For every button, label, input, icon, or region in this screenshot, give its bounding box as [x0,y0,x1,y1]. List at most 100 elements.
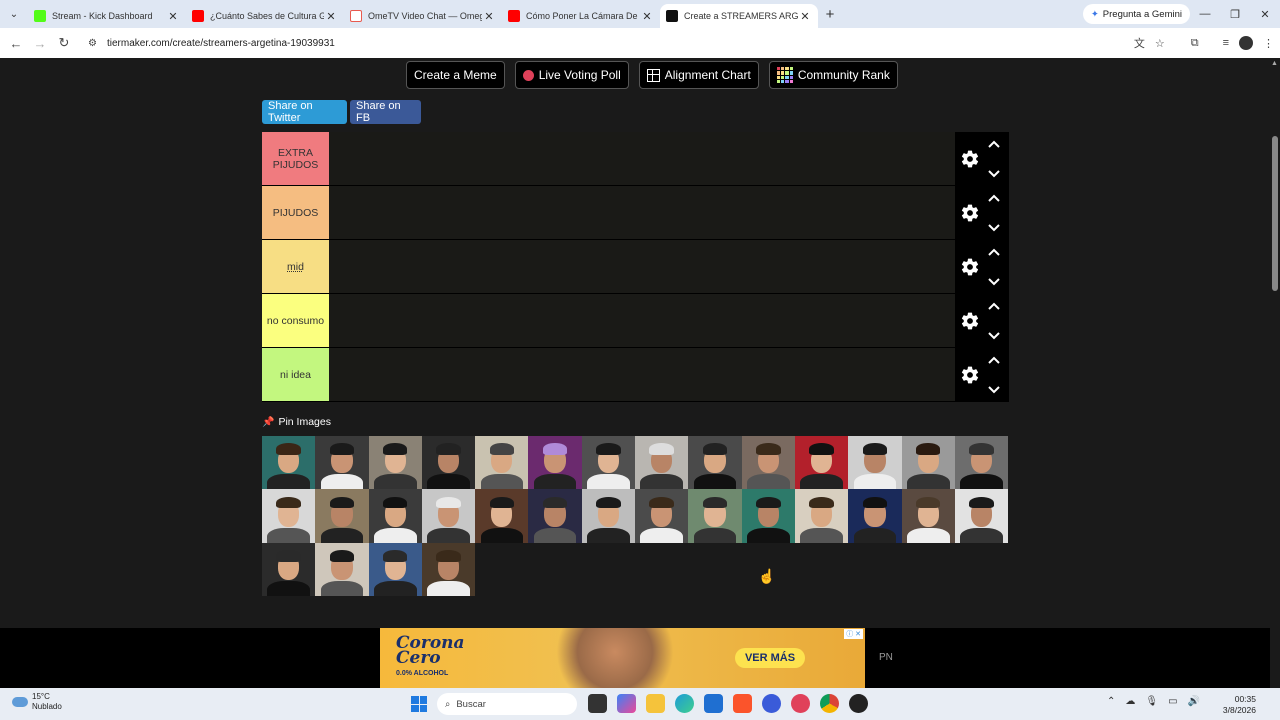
ea-icon[interactable] [762,694,781,713]
forward-icon[interactable]: → [28,36,52,51]
restore-icon[interactable]: ❐ [1220,0,1250,28]
live-voting-poll-button[interactable]: Live Voting Poll [514,61,629,89]
tab-2[interactable]: OmeTV Video Chat — Omegle ✕ [344,4,502,28]
pin-images-toggle[interactable]: 📌 Pin Images [262,416,331,428]
close-tab-icon[interactable]: ✕ [640,10,654,23]
tier-drop-zone[interactable] [329,132,955,185]
reload-icon[interactable]: ↻ [52,35,76,51]
tier-drop-zone[interactable] [329,294,955,347]
tier-label[interactable]: EXTRA PIJUDOS [262,132,329,185]
file-explorer-icon[interactable] [646,694,665,713]
tier-item-thumbnail[interactable] [262,436,316,490]
close-tab-icon[interactable]: ✕ [166,10,180,23]
windows-start-icon[interactable] [411,696,427,712]
site-info-icon[interactable]: ⚙ [88,38,97,49]
tier-label[interactable]: PIJUDOS [262,186,329,239]
gear-icon[interactable] [957,149,983,169]
gear-icon[interactable] [957,257,983,277]
scrollbar-thumb[interactable] [1272,136,1278,291]
clock[interactable]: 00:35 3/8/2026 [1223,694,1256,716]
close-tab-icon[interactable]: ✕ [798,10,812,23]
brave-icon[interactable] [733,694,752,713]
task-view-icon[interactable] [588,694,607,713]
tab-1[interactable]: ¿Cuánto Sabes de Cultura Gene ✕ [186,4,344,28]
taskbar-search[interactable]: ⌕ Buscar [437,693,577,715]
gear-icon[interactable] [957,203,983,223]
tier-item-thumbnail[interactable] [581,436,636,490]
media-icon[interactable]: ≡ [1223,37,1229,49]
tier-item-thumbnail[interactable] [635,489,689,543]
tier-item-thumbnail[interactable] [528,489,582,543]
network-icon[interactable]: ▭ [1168,696,1177,707]
move-down-icon[interactable] [987,223,1001,233]
gear-icon[interactable] [957,365,983,385]
tab-search-icon[interactable]: ⌄ [0,0,28,28]
menu-icon[interactable]: ⋮ [1263,37,1274,50]
tier-item-thumbnail[interactable] [581,489,636,543]
share-twitter-button[interactable]: Share on Twitter [262,100,347,124]
move-down-icon[interactable] [987,331,1001,341]
tier-item-thumbnail[interactable] [315,542,369,596]
tier-item-thumbnail[interactable] [688,436,742,490]
tier-item-thumbnail[interactable] [421,542,476,596]
community-rank-button[interactable]: Community Rank [768,61,898,89]
tier-item-thumbnail[interactable] [475,436,529,490]
tier-item-thumbnail[interactable] [528,436,582,490]
tier-item-thumbnail[interactable] [794,489,849,543]
tier-item-thumbnail[interactable] [421,436,476,490]
tier-item-thumbnail[interactable] [421,489,476,543]
edge-icon[interactable] [675,694,694,713]
move-up-icon[interactable] [987,355,1001,365]
tab-3[interactable]: Cómo Poner La Cámara De Obs ✕ [502,4,660,28]
minimize-icon[interactable]: — [1190,0,1220,28]
tray-chevron-icon[interactable]: ⌃ [1107,696,1115,707]
new-tab-icon[interactable]: + [818,6,842,23]
ad-info-icon[interactable]: ⓘ ✕ [844,629,863,639]
tier-item-thumbnail[interactable] [688,489,742,543]
tier-drop-zone[interactable] [329,240,955,293]
tier-item-thumbnail[interactable] [848,489,902,543]
tier-label[interactable]: mid [262,240,329,293]
address-bar[interactable]: ⚙ tiermaker.com/create/streamers-argetin… [80,31,1160,55]
tab-0[interactable]: Stream - Kick Dashboard ✕ [28,4,186,28]
gear-icon[interactable] [957,311,983,331]
tier-item-thumbnail[interactable] [368,436,422,490]
move-up-icon[interactable] [987,301,1001,311]
move-up-icon[interactable] [987,247,1001,257]
tier-item-thumbnail[interactable] [954,436,1009,490]
tier-drop-zone[interactable] [329,186,955,239]
create-meme-button[interactable]: Create a Meme [406,61,505,89]
tier-label[interactable]: ni idea [262,348,329,401]
microphone-icon[interactable]: 🎙 [1145,696,1158,707]
gemini-button[interactable]: ✦ Pregunta a Gemini [1082,4,1190,24]
close-tab-icon[interactable]: ✕ [482,10,496,23]
share-fb-button[interactable]: Share on FB [350,100,421,124]
tier-item-thumbnail[interactable] [262,489,316,543]
close-tab-icon[interactable]: ✕ [324,10,338,23]
scroll-up-icon[interactable]: ▲ [1271,60,1278,67]
move-up-icon[interactable] [987,139,1001,149]
move-down-icon[interactable] [987,169,1001,179]
ad-banner[interactable]: Corona Cero 0.0% ALCOHOL VER MÁS ⓘ ✕ [380,628,865,688]
tier-item-thumbnail[interactable] [368,542,422,596]
tier-drop-zone[interactable] [329,348,955,401]
chrome-icon[interactable] [820,694,839,713]
onedrive-icon[interactable]: ☁ [1125,696,1135,707]
tier-label[interactable]: no consumo [262,294,329,347]
profile-avatar[interactable] [1239,36,1253,50]
move-down-icon[interactable] [987,277,1001,287]
tier-item-thumbnail[interactable] [954,489,1009,543]
translate-icon[interactable]: 文 [1134,35,1145,51]
tier-item-thumbnail[interactable] [901,436,955,490]
obs-icon[interactable] [849,694,868,713]
bookmark-star-icon[interactable]: ☆ [1155,37,1165,50]
tier-item-thumbnail[interactable] [794,436,849,490]
tier-item-thumbnail[interactable] [315,489,369,543]
move-down-icon[interactable] [987,385,1001,395]
ad-cta-button[interactable]: VER MÁS [735,648,805,668]
tier-item-thumbnail[interactable] [475,489,529,543]
volume-icon[interactable]: 🔊 [1188,696,1200,707]
tier-item-thumbnail[interactable] [848,436,902,490]
tier-item-thumbnail[interactable] [262,542,316,596]
media-player-icon[interactable] [791,694,810,713]
